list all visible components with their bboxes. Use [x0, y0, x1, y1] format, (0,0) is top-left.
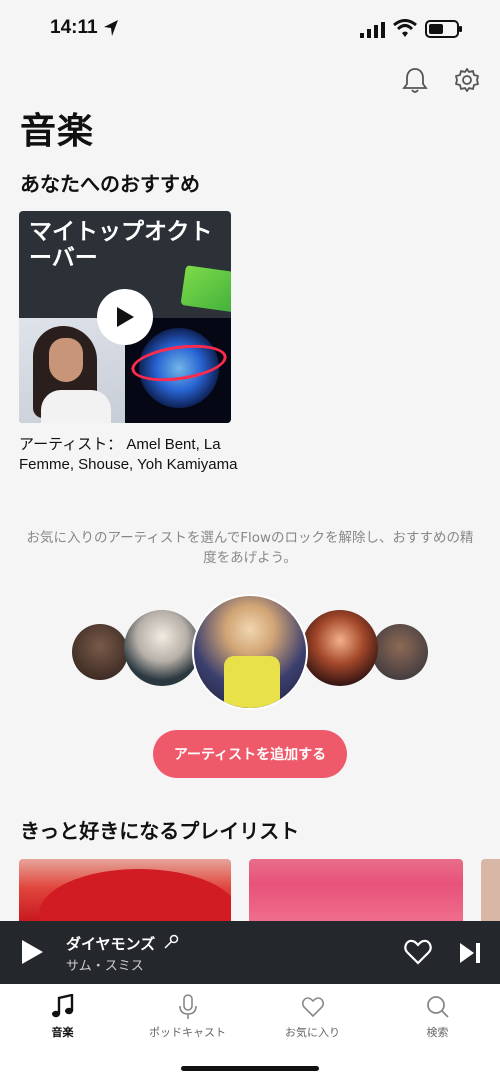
- recommended-section-title: あなたへのおすすめ: [20, 172, 200, 196]
- settings-gear-icon[interactable]: [454, 66, 480, 94]
- skip-next-icon[interactable]: [458, 941, 482, 965]
- tab-favorites[interactable]: お気に入り: [250, 994, 375, 1040]
- playlist-card[interactable]: [481, 859, 500, 923]
- artist-avatar: [302, 610, 378, 686]
- play-button[interactable]: [97, 289, 153, 345]
- tab-search[interactable]: 検索: [375, 994, 500, 1040]
- heart-icon[interactable]: [404, 939, 432, 965]
- cellular-signal-icon: [360, 22, 385, 38]
- tab-label: 音楽: [51, 1026, 74, 1039]
- playlist-carousel: [19, 859, 500, 923]
- unlock-flow-message: お気に入りのアーティストを選んでFlowのロックを解除し、おすすめの精度をあげよ…: [26, 530, 474, 566]
- home-indicator: [181, 1066, 319, 1071]
- flow-mix-card[interactable]: マイトップオクトーバー: [19, 211, 231, 423]
- tab-label: 検索: [426, 1026, 449, 1039]
- header-actions: [402, 66, 480, 94]
- play-icon: [117, 307, 134, 327]
- heart-icon: [301, 997, 324, 1018]
- wifi-icon: [393, 19, 417, 37]
- now-playing-title: ダイヤモンズ: [66, 935, 156, 953]
- artist-avatar: [192, 594, 308, 710]
- flow-card-title: マイトップオクトーバー: [29, 219, 213, 271]
- now-playing-artist: サム・スミス: [66, 959, 144, 974]
- battery-icon: [425, 20, 462, 38]
- microphone-icon: [178, 994, 197, 1019]
- playlists-section-title: きっと好きになるプレイリスト: [20, 819, 300, 843]
- playlist-card[interactable]: [249, 859, 463, 923]
- mini-player[interactable]: ダイヤモンズ サム・スミス: [0, 921, 500, 984]
- tab-podcasts[interactable]: ポッドキャスト: [125, 994, 250, 1040]
- tab-label: ポッドキャスト: [149, 1026, 226, 1039]
- page-title: 音楽: [20, 111, 95, 152]
- microphone-lyrics-icon: [164, 934, 179, 949]
- artist-avatar: [72, 624, 128, 680]
- notification-bell-icon[interactable]: [402, 66, 428, 94]
- status-time: 14:11: [50, 17, 98, 38]
- status-bar: 14:11: [0, 0, 500, 60]
- tab-music[interactable]: 音楽: [0, 994, 125, 1040]
- artist-bubbles: [0, 590, 500, 710]
- artist-avatar: [124, 610, 200, 686]
- play-icon[interactable]: [20, 939, 44, 965]
- cover-decoration: [180, 265, 231, 313]
- location-arrow-icon: [104, 20, 118, 36]
- add-artist-button[interactable]: アーティストを追加する: [153, 730, 347, 778]
- flow-artists-description: アーティスト： Amel Bent, La Femme, Shouse, Yoh…: [19, 436, 238, 473]
- tab-label: お気に入り: [285, 1026, 340, 1039]
- playlist-card[interactable]: [19, 859, 231, 923]
- music-note-icon: [51, 994, 73, 1018]
- artist-avatar: [372, 624, 428, 680]
- search-icon: [426, 996, 449, 1018]
